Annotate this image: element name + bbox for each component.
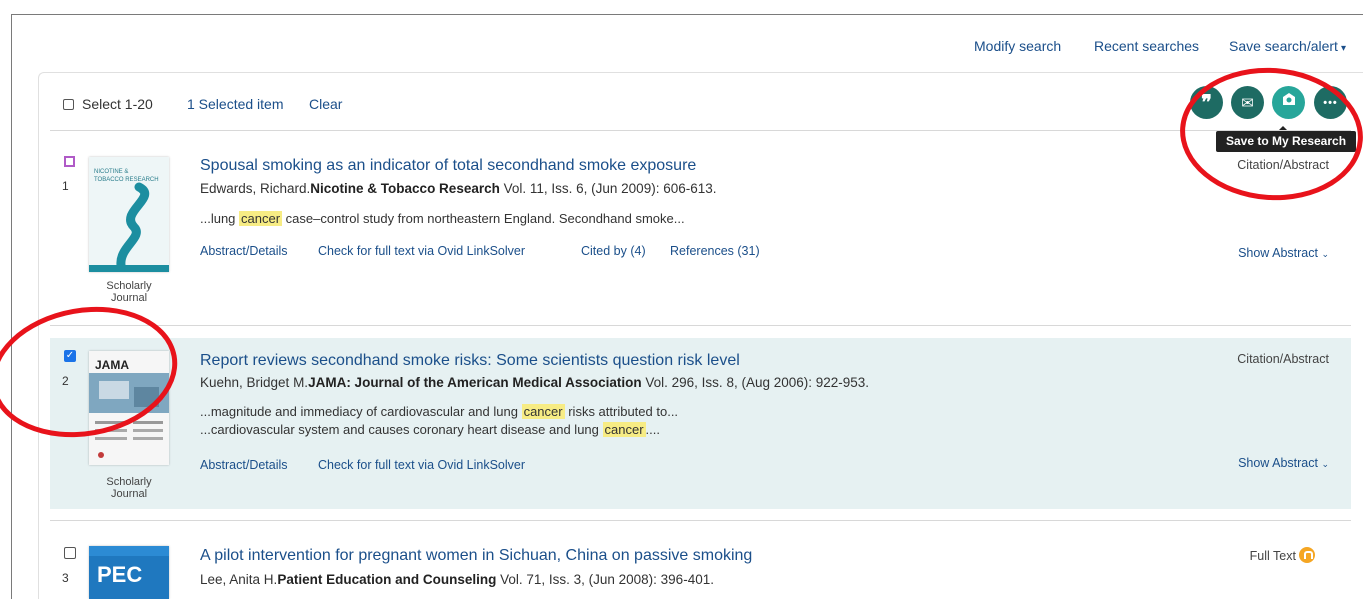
result-1-show-abstract[interactable]: Show Abstract ⌄ bbox=[1238, 246, 1329, 260]
select-all-checkbox[interactable] bbox=[63, 99, 74, 110]
show-abstract-label: Show Abstract bbox=[1238, 246, 1318, 260]
snippet-text: ...magnitude and immediacy of cardiovasc… bbox=[200, 404, 522, 419]
tooltip: Save to My Research bbox=[1216, 126, 1356, 152]
result-3-author: Lee, Anita H. bbox=[200, 572, 278, 587]
top-links: Modify search Recent searches Save searc… bbox=[0, 38, 1363, 56]
result-1-details: Vol. 11, Iss. 6, (Jun 2009): 606-613. bbox=[499, 181, 717, 196]
result-2-checkbox[interactable]: ✓ bbox=[64, 350, 76, 362]
result-2-details: Vol. 296, Iss. 8, (Aug 2006): 922-953. bbox=[641, 375, 870, 390]
cited-by-link[interactable]: Cited by (4) bbox=[581, 244, 646, 258]
result-1-number: 1 bbox=[62, 179, 69, 193]
snippet-highlight: cancer bbox=[521, 404, 565, 419]
svg-text:JAMA: JAMA bbox=[95, 358, 129, 372]
divider bbox=[50, 130, 1351, 131]
abstract-details-link[interactable]: Abstract/Details bbox=[200, 458, 288, 472]
result-2-citation: Kuehn, Bridget M.JAMA: Journal of the Am… bbox=[200, 375, 869, 390]
result-3-cover-title: PEC bbox=[97, 562, 142, 587]
clear-selection-link[interactable]: Clear bbox=[309, 96, 342, 112]
result-3-details: Vol. 71, Iss. 3, (Jun 2008): 396-401. bbox=[496, 572, 714, 587]
save-to-my-research-icon bbox=[1281, 92, 1297, 113]
email-icon: ✉ bbox=[1241, 94, 1254, 112]
result-3-title[interactable]: A pilot intervention for pregnant women … bbox=[200, 547, 752, 565]
more-actions-button[interactable]: ••• bbox=[1314, 86, 1347, 119]
select-all-label[interactable]: Select 1-20 bbox=[82, 96, 153, 112]
references-link[interactable]: References (31) bbox=[670, 244, 760, 258]
result-1-cover-image: NICOTINE & TOBACCO RESEARCH bbox=[89, 157, 169, 272]
modify-search-link[interactable]: Modify search bbox=[974, 38, 1061, 54]
result-2-snippet-2: ...cardiovascular system and causes coro… bbox=[200, 422, 660, 437]
show-abstract-label: Show Abstract bbox=[1238, 456, 1318, 470]
result-2-snippet-1: ...magnitude and immediacy of cardiovasc… bbox=[200, 404, 678, 419]
save-search-alert-link[interactable]: Save search/alert ▾ bbox=[1229, 38, 1346, 54]
result-2-cover-image: JAMA bbox=[89, 351, 169, 465]
result-3-journal[interactable]: Patient Education and Counseling bbox=[277, 572, 496, 587]
result-1-snippet: ...lung cancer case–control study from n… bbox=[200, 211, 685, 226]
result-1-type-label: Citation/Abstract bbox=[1237, 158, 1329, 172]
snippet-text: ...lung bbox=[200, 211, 240, 226]
snippet-text: ...cardiovascular system and causes coro… bbox=[200, 422, 603, 437]
result-1-title[interactable]: Spousal smoking as an indicator of total… bbox=[200, 157, 696, 175]
result-2-journal[interactable]: JAMA: Journal of the American Medical As… bbox=[308, 375, 642, 390]
result-2-author: Kuehn, Bridget M. bbox=[200, 375, 309, 390]
snippet-text: case–control study from northeastern Eng… bbox=[282, 211, 685, 226]
result-2-doc-type: Scholarly Journal bbox=[106, 476, 152, 500]
snippet-text: .... bbox=[645, 422, 660, 437]
save-to-my-research-button[interactable] bbox=[1272, 86, 1305, 119]
selected-items-link[interactable]: 1 Selected item bbox=[187, 96, 284, 112]
result-3-citation: Lee, Anita H.Patient Education and Couns… bbox=[200, 572, 714, 587]
result-3-cover[interactable]: PEC bbox=[89, 546, 169, 599]
recent-searches-link[interactable]: Recent searches bbox=[1094, 38, 1199, 54]
full-text-label: Full Text bbox=[1249, 549, 1296, 563]
cite-quote-icon: ❞ bbox=[1201, 92, 1212, 114]
result-1-citation: Edwards, Richard.Nicotine & Tobacco Rese… bbox=[200, 181, 717, 196]
divider bbox=[50, 520, 1351, 521]
result-3-cover-image: PEC bbox=[89, 546, 169, 599]
result-2-show-abstract[interactable]: Show Abstract ⌄ bbox=[1238, 456, 1329, 470]
result-1-cover[interactable]: NICOTINE & TOBACCO RESEARCH bbox=[89, 157, 169, 272]
result-3-number: 3 bbox=[62, 571, 69, 585]
linksolver-link[interactable]: Check for full text via Ovid LinkSolver bbox=[318, 458, 525, 472]
result-1-journal[interactable]: Nicotine & Tobacco Research bbox=[310, 181, 500, 196]
result-1-checkbox[interactable] bbox=[64, 156, 75, 167]
chevron-down-icon: ▾ bbox=[1340, 43, 1346, 54]
chevron-down-icon: ⌄ bbox=[1321, 459, 1329, 469]
result-2-type-label: Citation/Abstract bbox=[1237, 352, 1329, 366]
snippet-highlight: cancer bbox=[239, 211, 283, 226]
chevron-down-icon: ⌄ bbox=[1321, 249, 1329, 259]
snippet-highlight: cancer bbox=[602, 422, 646, 437]
snippet-text: risks attributed to... bbox=[564, 404, 679, 419]
abstract-details-link[interactable]: Abstract/Details bbox=[200, 244, 288, 258]
check-icon: ✓ bbox=[65, 350, 75, 361]
svg-text:NICOTINE &: NICOTINE & bbox=[94, 169, 128, 175]
result-2-title[interactable]: Report reviews secondhand smoke risks: S… bbox=[200, 352, 740, 370]
open-access-lock-icon bbox=[1299, 547, 1315, 563]
svg-text:TOBACCO RESEARCH: TOBACCO RESEARCH bbox=[94, 177, 159, 183]
result-1-author: Edwards, Richard. bbox=[200, 181, 311, 196]
result-2-cover[interactable]: JAMA bbox=[89, 351, 169, 465]
more-icon: ••• bbox=[1323, 96, 1338, 109]
save-search-alert-label: Save search/alert bbox=[1229, 38, 1338, 54]
linksolver-link[interactable]: Check for full text via Ovid LinkSolver bbox=[318, 244, 525, 258]
cite-button[interactable]: ❞ bbox=[1190, 86, 1223, 119]
result-3-type-label: Full Text bbox=[1250, 547, 1315, 563]
result-2-number: 2 bbox=[62, 374, 69, 388]
result-3-checkbox[interactable] bbox=[64, 547, 76, 559]
divider bbox=[50, 325, 1351, 326]
email-button[interactable]: ✉ bbox=[1231, 86, 1264, 119]
result-1-doc-type: Scholarly Journal bbox=[106, 280, 152, 304]
